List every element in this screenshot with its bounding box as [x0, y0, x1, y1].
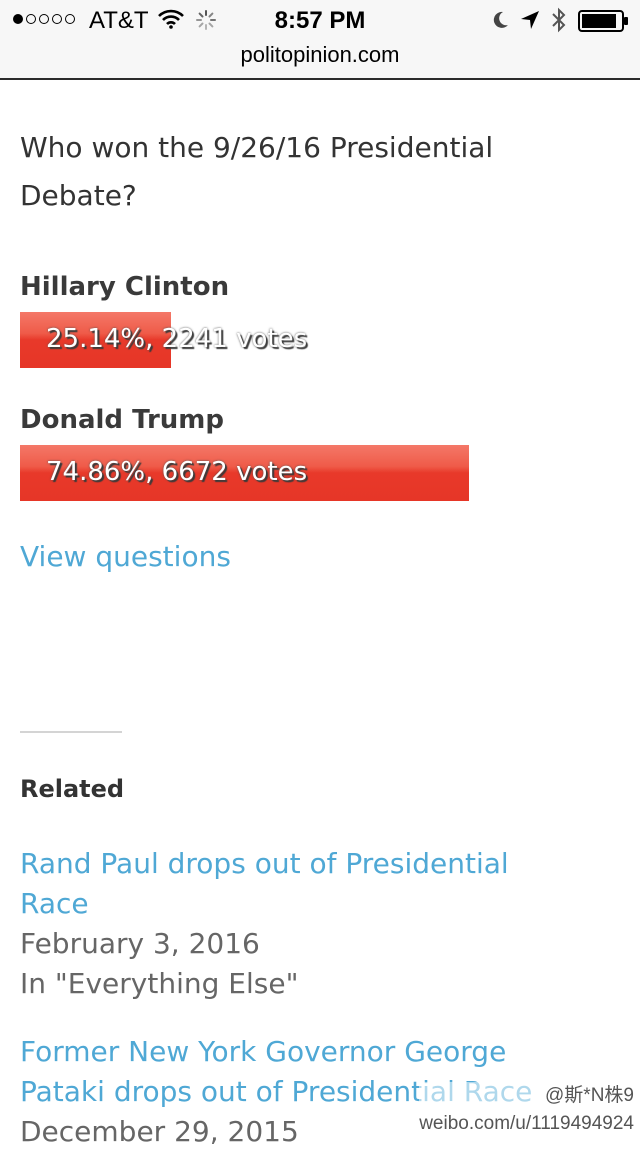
- location-arrow-icon: [520, 10, 540, 35]
- url-text: politopinion.com: [240, 42, 400, 67]
- poll-question: Who won the 9/26/16 Presidential Debate?: [20, 131, 494, 212]
- related-post-title-link[interactable]: Rand Paul drops out of Presidential Race: [20, 844, 560, 924]
- status-bar: AT&T 8:57 PM: [0, 0, 640, 40]
- section-divider: [20, 731, 122, 733]
- browser-url-bar[interactable]: politopinion.com: [0, 40, 640, 80]
- watermark-account: @斯*N株9: [545, 1085, 634, 1106]
- poll-result-bar-clinton: 25.14%, 2241 votes: [20, 312, 620, 368]
- related-post-item: Rand Paul drops out of Presidential Race…: [20, 844, 560, 1004]
- view-questions-link[interactable]: View questions: [20, 540, 231, 573]
- poll-option-name-trump: Donald Trump: [20, 405, 224, 435]
- battery-icon: [578, 10, 630, 37]
- status-time: 8:57 PM: [274, 7, 366, 34]
- related-heading: Related: [20, 775, 125, 803]
- poll-option-name-clinton: Hillary Clinton: [20, 272, 230, 302]
- weibo-watermark: @斯*N株9 weibo.com/u/1119494924: [419, 1082, 634, 1138]
- bluetooth-icon: [551, 7, 567, 38]
- watermark-url: weibo.com/u/1119494924: [419, 1113, 634, 1134]
- poll-result-text: 25.14%, 2241 votes: [46, 324, 308, 354]
- related-post-category: In "Everything Else": [20, 967, 299, 1000]
- poll-result-bar-trump: 74.86%, 6672 votes: [20, 445, 620, 501]
- related-post-date: February 3, 2016: [20, 927, 260, 960]
- do-not-disturb-moon-icon: [490, 10, 510, 35]
- poll-result-text: 74.86%, 6672 votes: [46, 457, 308, 487]
